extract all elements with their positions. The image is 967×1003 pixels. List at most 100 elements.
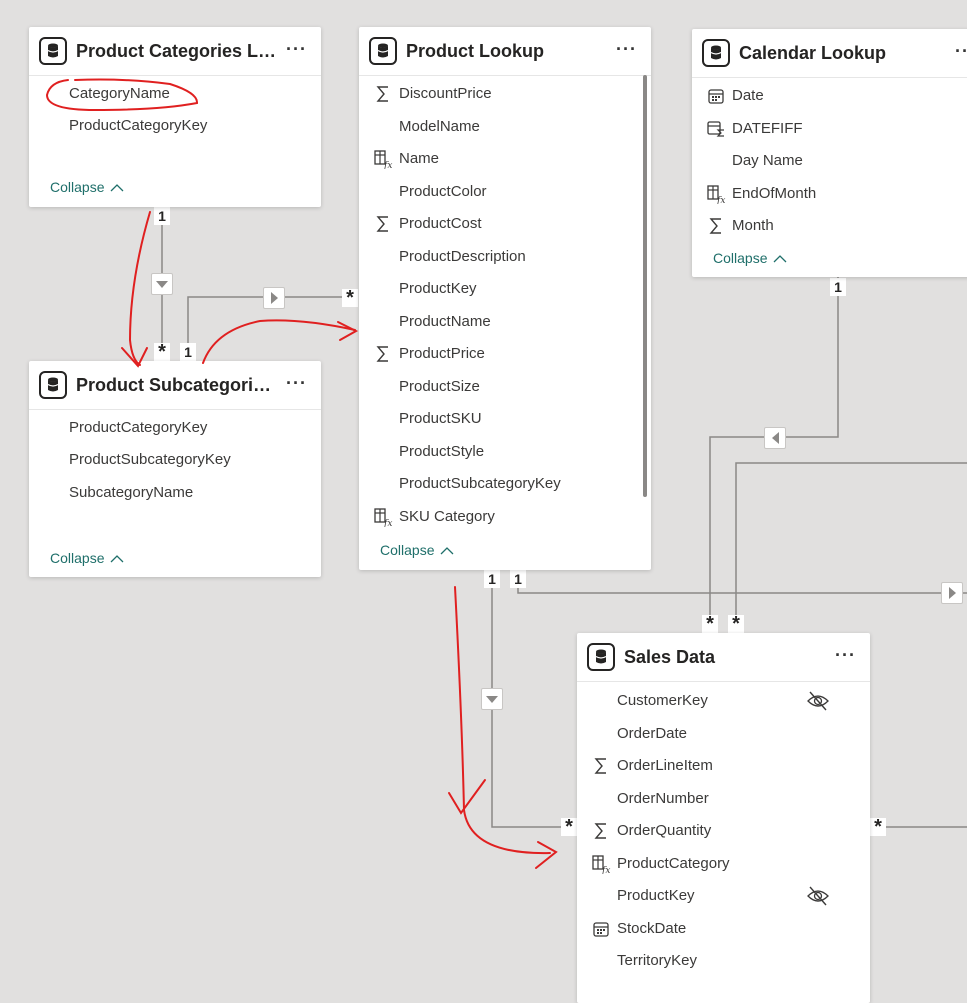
more-options-button[interactable]: ··· <box>616 39 637 60</box>
chevron-up-icon <box>773 255 787 263</box>
field-name: ModelName <box>399 117 480 135</box>
field-name: Name <box>399 150 440 167</box>
card-header[interactable]: Product Categories Loo... ··· <box>29 27 321 76</box>
table-title: Sales Data <box>624 647 716 667</box>
field-row[interactable]: OrderQuantity <box>577 817 870 847</box>
collapse-button[interactable]: Collapse <box>380 542 454 558</box>
table-title: Calendar Lookup <box>739 43 887 63</box>
svg-text:fx: fx <box>383 161 392 169</box>
more-options-button[interactable]: ··· <box>286 373 307 394</box>
field-row[interactable]: ProductCost <box>359 210 651 240</box>
field-row[interactable]: ProductSubcategoryKey <box>359 470 651 500</box>
more-options-button[interactable]: ··· <box>286 39 307 60</box>
table-icon <box>39 37 67 65</box>
field-row[interactable]: OrderDate <box>577 720 870 750</box>
field-name: ProductKey <box>399 280 477 297</box>
field-name: CategoryName <box>69 85 170 102</box>
field-row[interactable]: SubcategoryName <box>29 479 321 509</box>
field-row[interactable]: ProductKey <box>577 882 870 912</box>
field-row[interactable]: DiscountPrice <box>359 80 651 110</box>
table-title: Product Lookup <box>406 41 544 61</box>
field-row[interactable]: OrderNumber <box>577 785 870 815</box>
field-name: ProductSubcategoryKey <box>399 475 561 492</box>
sigma-icon <box>706 216 726 236</box>
cardinality-many: * <box>342 288 358 308</box>
field-name: CustomerKey <box>617 692 708 709</box>
sigma-icon <box>373 214 393 234</box>
field-name: ProductSubcategoryKey <box>69 451 231 468</box>
more-options-button[interactable]: ··· <box>955 41 967 62</box>
card-header[interactable]: Sales Data ··· <box>577 633 870 682</box>
field-row[interactable]: Month <box>692 212 967 242</box>
collapse-button[interactable]: Collapse <box>50 550 124 566</box>
collapse-button[interactable]: Collapse <box>713 250 787 266</box>
field-row[interactable]: ProductStyle <box>359 438 651 468</box>
table-card-product-subcategories[interactable]: Product Subcategories ... ··· ProductCat… <box>29 361 321 577</box>
table-title: Product Categories Loo... <box>76 41 277 61</box>
filter-direction-left[interactable] <box>764 427 786 449</box>
field-row[interactable]: DATEFIFF <box>692 115 967 145</box>
field-row[interactable]: ProductKey <box>359 275 651 305</box>
field-row[interactable]: ProductCategoryKey <box>29 112 321 142</box>
cardinality-one: 1 <box>484 570 500 588</box>
field-row[interactable]: ProductSize <box>359 373 651 403</box>
annotation-arrow <box>202 319 356 364</box>
field-row[interactable]: fx EndOfMonth <box>692 180 967 210</box>
calculated-column-icon: fx <box>373 149 393 171</box>
table-card-sales-data[interactable]: Sales Data ··· CustomerKey OrderDate Order… <box>577 633 870 1003</box>
annotation-arrow <box>337 321 359 341</box>
annotation-arrow <box>535 841 558 869</box>
field-row[interactable]: ProductPrice <box>359 340 651 370</box>
annotation-arrow <box>454 586 551 855</box>
field-row[interactable]: Date <box>692 82 967 112</box>
field-name: OrderLineItem <box>617 757 713 774</box>
field-row[interactable]: CategoryName <box>29 80 321 110</box>
hidden-eye-icon[interactable] <box>806 690 830 712</box>
field-row[interactable]: fx Name <box>359 145 651 175</box>
card-header[interactable]: Product Subcategories ... ··· <box>29 361 321 410</box>
chevron-up-icon <box>110 555 124 563</box>
field-row[interactable]: CustomerKey <box>577 687 870 717</box>
table-card-product-categories[interactable]: Product Categories Loo... ··· CategoryNa… <box>29 27 321 207</box>
table-icon <box>587 643 615 671</box>
cardinality-many: * <box>561 817 577 837</box>
field-row[interactable]: StockDate <box>577 915 870 945</box>
cardinality-one: 1 <box>180 343 196 361</box>
field-row[interactable]: ProductSubcategoryKey <box>29 446 321 476</box>
hidden-eye-icon[interactable] <box>806 885 830 907</box>
table-icon <box>39 371 67 399</box>
calculated-column-icon: fx <box>373 507 393 529</box>
field-row[interactable]: ProductSKU <box>359 405 651 435</box>
filter-direction-right[interactable] <box>263 287 285 309</box>
field-row[interactable]: TerritoryKey <box>577 947 870 977</box>
more-options-button[interactable]: ··· <box>835 645 856 666</box>
field-name: EndOfMonth <box>732 184 817 202</box>
filter-direction-down[interactable] <box>481 688 503 710</box>
card-header[interactable]: Calendar Lookup ··· <box>692 29 967 78</box>
table-title: Product Subcategories ... <box>76 375 277 395</box>
field-row[interactable]: ProductColor <box>359 178 651 208</box>
field-row[interactable]: Day Name <box>692 147 967 177</box>
field-row[interactable]: ProductDescription <box>359 243 651 273</box>
card-header[interactable]: Product Lookup ··· <box>359 27 651 76</box>
scrollbar[interactable] <box>643 75 647 497</box>
table-card-calendar-lookup[interactable]: Calendar Lookup ··· Date DATEFIFF Day Name… <box>692 29 967 277</box>
field-row[interactable]: fx ProductCategory <box>577 850 870 880</box>
field-row[interactable]: ModelName <box>359 113 651 143</box>
field-row[interactable]: OrderLineItem <box>577 752 870 782</box>
field-name: ProductKey <box>617 887 695 904</box>
calculated-date-icon <box>706 119 726 139</box>
cardinality-many: * <box>154 342 170 362</box>
cardinality-many: * <box>702 614 718 634</box>
field-name: ProductSKU <box>399 410 482 427</box>
filter-direction-down[interactable] <box>151 273 173 295</box>
filter-direction-right[interactable] <box>941 582 963 604</box>
field-name: ProductCost <box>399 215 482 232</box>
field-row[interactable]: ProductCategoryKey <box>29 414 321 444</box>
collapse-button[interactable]: Collapse <box>50 179 124 195</box>
sigma-icon <box>373 84 393 104</box>
annotation-arrow <box>128 211 151 366</box>
field-row[interactable]: ProductName <box>359 308 651 338</box>
field-row[interactable]: fx SKU Category <box>359 503 651 533</box>
table-card-product-lookup[interactable]: Product Lookup ··· DiscountPrice ModelNam… <box>359 27 651 570</box>
